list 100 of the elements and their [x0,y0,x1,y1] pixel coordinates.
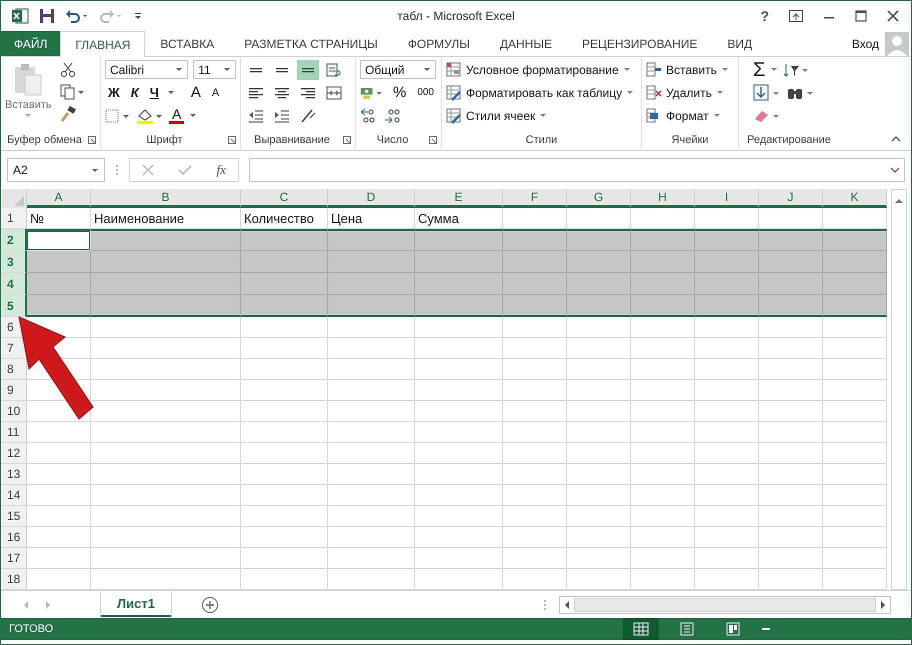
scroll-up-icon[interactable] [894,198,904,204]
row-header[interactable]: 2 [1,229,27,251]
caret-icon[interactable] [626,90,634,95]
row-header[interactable]: 17 [1,548,27,569]
number-format-field[interactable]: Общий [360,60,436,79]
row-header[interactable]: 7 [1,338,27,359]
row-header[interactable]: 12 [1,443,27,464]
ribbon-tab[interactable]: ВСТАВКА [145,31,230,56]
column-header[interactable]: K [823,189,887,208]
caret-icon[interactable] [716,90,724,95]
row-header[interactable]: 13 [1,464,27,485]
ribbon-tab[interactable]: ГЛАВНАЯ [60,31,146,57]
insert-cells-button[interactable]: Вставить [646,60,734,79]
ribbon-tab[interactable]: ДАННЫЕ [484,31,567,56]
scroll-right-icon[interactable] [880,600,886,610]
thousands-button[interactable]: 000 [414,87,437,98]
sheet-tab[interactable]: Лист1 [101,591,171,617]
horizontal-scrollbar[interactable] [559,596,891,614]
autosum-button[interactable]: Σ [753,60,766,78]
vertical-scrollbar[interactable] [891,189,907,590]
format-cells-button[interactable]: Формат [646,106,734,125]
grow-font-button[interactable]: A [188,84,204,101]
underline-button[interactable]: Ч [146,85,162,100]
caret-icon[interactable] [91,168,99,172]
cell-styles-button[interactable]: Стили ячеек [446,106,637,125]
caret-icon[interactable] [712,113,721,118]
bottom-align-button[interactable] [297,60,319,80]
bold-button[interactable]: Ж [105,85,123,100]
column-header[interactable]: G [567,189,631,208]
insert-function-button[interactable]: fx [216,162,226,178]
decrease-decimal-icon[interactable] [383,108,401,124]
ribbon-tab[interactable]: ФОРМУЛЫ [392,31,485,56]
caret-icon[interactable] [223,67,231,72]
maximize-icon[interactable] [855,10,867,22]
column-header[interactable]: H [631,189,695,208]
row-header[interactable]: 18 [1,569,27,590]
scroll-left-icon[interactable] [564,600,570,610]
dialog-launcher-icon[interactable] [429,136,437,144]
formula-input[interactable] [249,158,905,182]
column-header[interactable]: I [695,189,759,208]
caret-icon[interactable] [720,67,729,72]
row-header[interactable]: 3 [1,251,27,273]
font-size-field[interactable]: 11 [193,60,236,79]
name-box[interactable]: A2 [7,158,105,182]
format-as-table-button[interactable]: Форматировать как таблицу [446,83,637,102]
ribbon-tab[interactable]: РЕЦЕНЗИРОВАНИЕ [566,31,712,56]
caret-icon[interactable] [770,67,778,72]
format-painter-icon[interactable] [60,106,76,122]
caret-icon[interactable] [166,90,175,95]
help-button[interactable]: ? [760,8,769,24]
dialog-launcher-icon[interactable] [88,136,96,144]
percent-button[interactable]: % [390,84,410,101]
column-header[interactable]: D [328,189,415,208]
dialog-launcher-icon[interactable] [343,136,351,144]
undo-icon[interactable] [65,9,89,23]
file-tab[interactable]: ФАЙЛ [1,31,60,56]
row-header[interactable]: 10 [1,401,27,422]
sign-in-link[interactable]: Вход [852,36,885,50]
paste-button[interactable]: Вставить [5,99,52,111]
column-header[interactable]: J [759,189,823,208]
conditional-formatting-button[interactable]: Условное форматирование [446,60,637,79]
fill-color-icon[interactable] [136,108,164,124]
ribbon-display-icon[interactable] [789,10,803,22]
ribbon-tab[interactable]: РАЗМЕТКА СТРАНИЦЫ [229,31,393,56]
row-header[interactable]: 14 [1,485,27,506]
sort-filter-icon[interactable] [783,62,810,78]
font-color-button[interactable]: A [169,108,184,124]
expand-icon[interactable] [890,167,900,173]
normal-view-button[interactable] [623,618,659,640]
column-header[interactable]: C [241,189,328,208]
row-header[interactable]: 1 [1,208,27,229]
caret-icon[interactable] [622,67,631,72]
row-header[interactable]: 8 [1,359,27,380]
collapse-ribbon-icon[interactable] [891,136,901,142]
zoom-out-icon[interactable] [761,627,771,631]
scissors-icon[interactable] [60,62,76,78]
row-header[interactable]: 11 [1,422,27,443]
caret-icon[interactable] [189,113,198,118]
new-sheet-icon[interactable] [200,596,219,614]
dialog-launcher-icon[interactable] [228,136,236,144]
fill-down-icon[interactable] [753,84,781,102]
row-header[interactable]: 5 [1,295,27,317]
caret-icon[interactable] [539,113,548,118]
borders-icon[interactable] [105,108,131,122]
caret-icon[interactable] [423,67,431,72]
ribbon-tab[interactable]: ВИД [712,31,768,56]
close-icon[interactable] [887,10,899,22]
column-header[interactable]: B [91,189,241,208]
row-header[interactable]: 9 [1,380,27,401]
column-header[interactable]: F [503,189,567,208]
column-header[interactable]: A [27,189,91,208]
scroll-thumb[interactable] [574,598,876,612]
column-header[interactable]: E [415,189,503,208]
row-header[interactable]: 15 [1,506,27,527]
delete-cells-button[interactable]: Удалить [646,83,734,102]
italic-button[interactable]: К [128,85,142,100]
caret-icon[interactable] [175,67,184,72]
row-header[interactable]: 16 [1,527,27,548]
copy-icon[interactable] [60,84,86,100]
row-header[interactable]: 4 [1,273,27,295]
